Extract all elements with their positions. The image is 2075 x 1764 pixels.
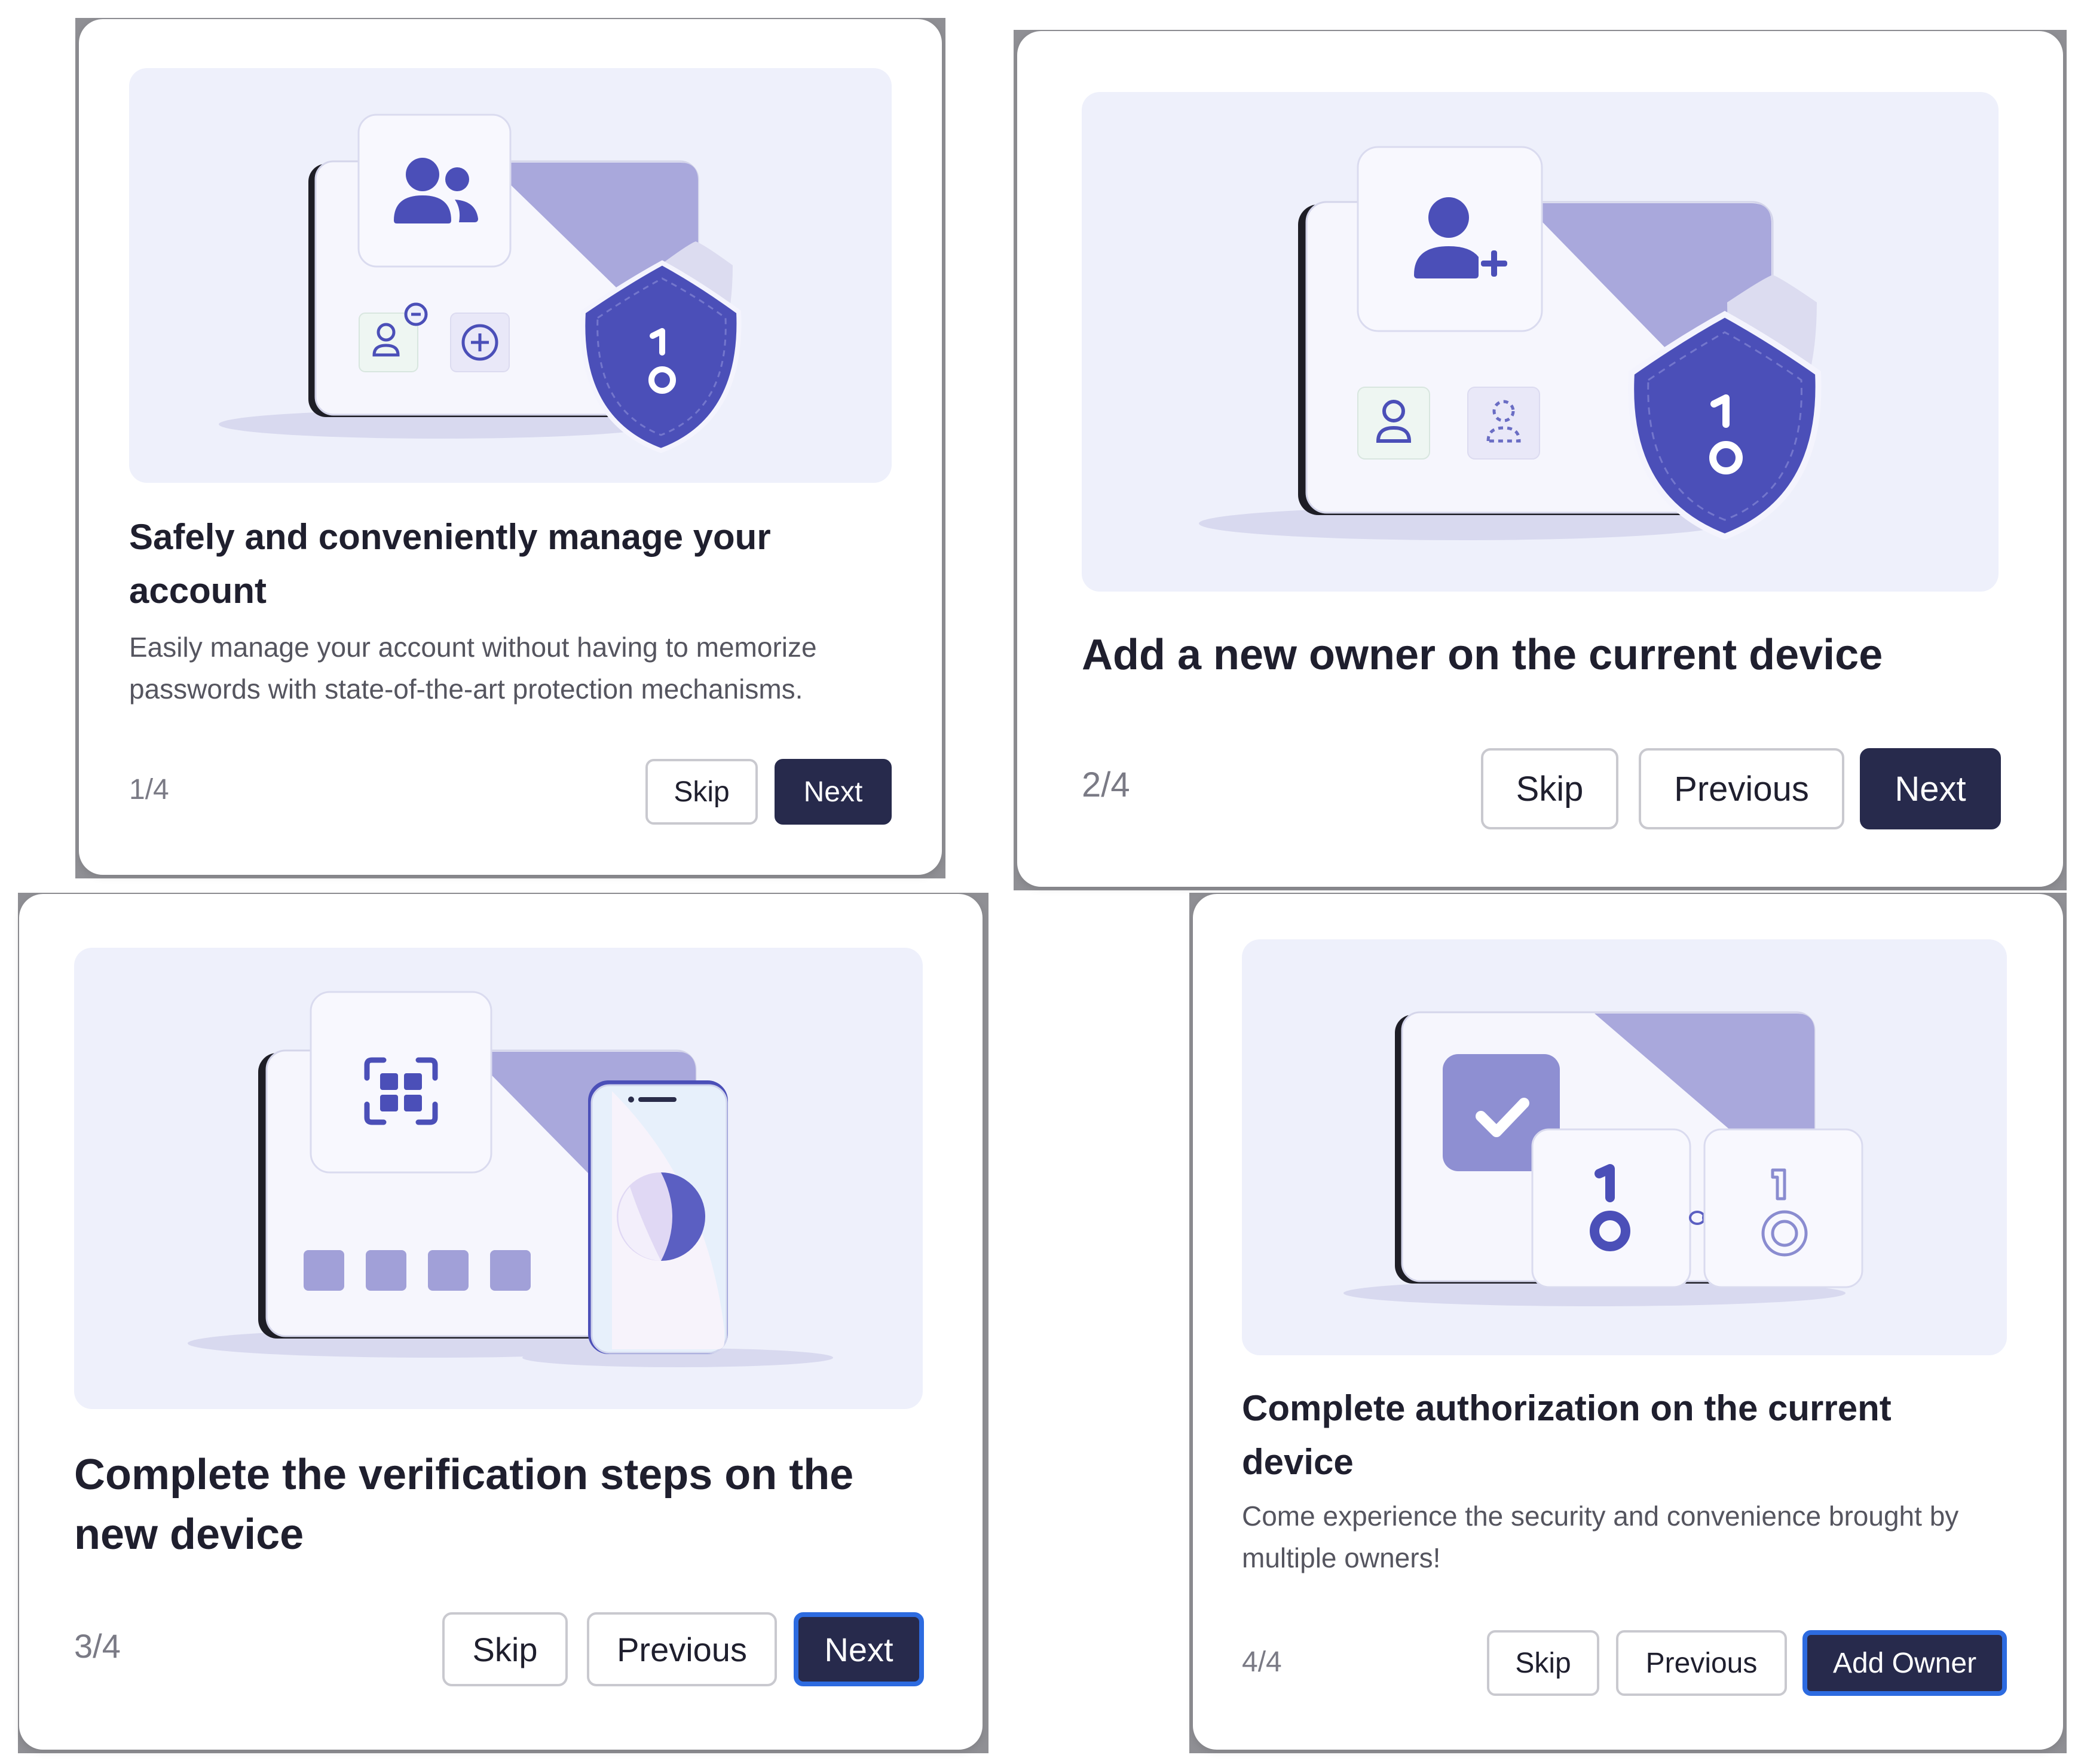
skip-button[interactable]: Skip bbox=[442, 1612, 568, 1686]
card-3-title: Complete the verification steps on the n… bbox=[74, 1451, 854, 1558]
card-1-step-indicator: 1/4 bbox=[129, 774, 169, 806]
card-4-description: Come experience the security and conveni… bbox=[1242, 1500, 1959, 1573]
previous-button[interactable]: Previous bbox=[587, 1612, 777, 1686]
card-2-title: Add a new owner on the current device bbox=[1082, 631, 1883, 679]
previous-button[interactable]: Previous bbox=[1616, 1630, 1787, 1696]
onboarding-card-4: Complete authorization on the current de… bbox=[1193, 894, 2063, 1750]
skip-button[interactable]: Skip bbox=[645, 759, 758, 825]
onboarding-card-2: Add a new owner on the current device 2/… bbox=[1017, 31, 2063, 887]
skip-button[interactable]: Skip bbox=[1487, 1630, 1599, 1696]
onboarding-card-1: Safely and conveniently manage your acco… bbox=[79, 19, 942, 875]
card-4-step-indicator: 4/4 bbox=[1242, 1646, 1282, 1678]
card-1-description: Easily manage your account without havin… bbox=[129, 632, 817, 705]
previous-button[interactable]: Previous bbox=[1639, 748, 1844, 829]
card-1-title: Safely and conveniently manage your acco… bbox=[129, 517, 771, 611]
card-3-step-indicator: 3/4 bbox=[74, 1627, 121, 1665]
next-button[interactable]: Next bbox=[1860, 748, 2001, 829]
card-4-title: Complete authorization on the current de… bbox=[1242, 1388, 1892, 1482]
illustration-authorization bbox=[1242, 939, 2007, 1355]
illustration-verification bbox=[74, 948, 923, 1409]
next-button[interactable]: Next bbox=[775, 759, 892, 825]
onboarding-card-3: Complete the verification steps on the n… bbox=[19, 894, 983, 1750]
skip-button[interactable]: Skip bbox=[1481, 748, 1618, 829]
next-button[interactable]: Next bbox=[794, 1612, 924, 1686]
card-2-step-indicator: 2/4 bbox=[1082, 765, 1130, 804]
illustration-manage-account bbox=[129, 68, 892, 483]
illustration-add-owner bbox=[1082, 92, 1999, 592]
phone-icon bbox=[588, 1080, 728, 1354]
add-owner-button[interactable]: Add Owner bbox=[1802, 1630, 2007, 1696]
